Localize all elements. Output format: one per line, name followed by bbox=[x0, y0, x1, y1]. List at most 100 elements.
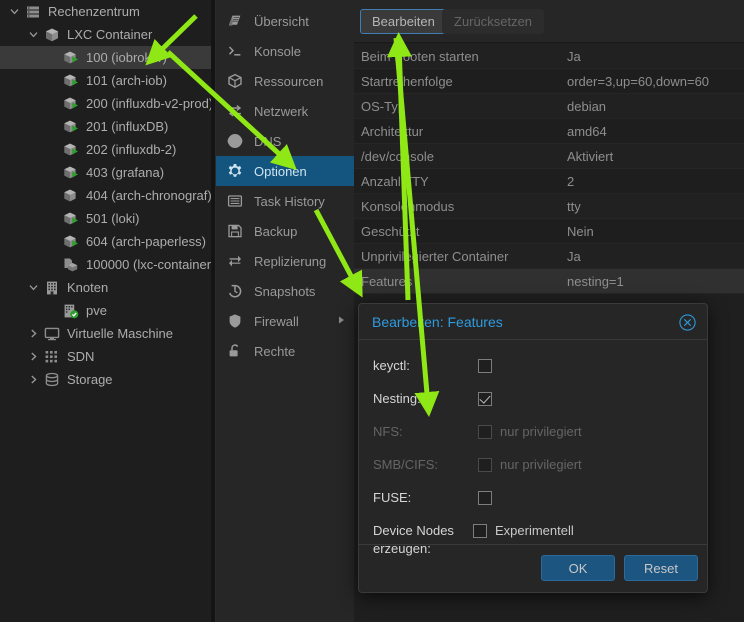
tree-item-label: 201 (influxDB) bbox=[82, 119, 168, 134]
checkbox[interactable] bbox=[478, 491, 492, 505]
tree-item[interactable]: Rechenzentrum bbox=[0, 0, 211, 23]
option-value: 2 bbox=[567, 174, 574, 189]
checkbox bbox=[478, 425, 492, 439]
checkbox[interactable] bbox=[478, 392, 492, 406]
field-label: NFS: bbox=[373, 423, 478, 441]
nav-item-replizierung[interactable]: Replizierung bbox=[216, 246, 354, 276]
nav-item-backup[interactable]: Backup bbox=[216, 216, 354, 246]
tree-item-label: LXC Container bbox=[63, 27, 152, 42]
close-icon[interactable] bbox=[679, 314, 696, 331]
container-running-icon bbox=[60, 138, 82, 161]
tree-item-label: 100 (iobroker) bbox=[82, 50, 167, 65]
options-toolbar: Bearbeiten Zurücksetzen bbox=[354, 0, 744, 43]
nav-item-firewall[interactable]: Firewall bbox=[216, 306, 354, 336]
tree-item[interactable]: 202 (influxdb-2) bbox=[0, 138, 211, 161]
checkbox-wrapper bbox=[478, 357, 492, 373]
tree-item-label: Rechenzentrum bbox=[44, 4, 140, 19]
field-label: keyctl: bbox=[373, 357, 478, 375]
edit-features-dialog[interactable]: Bearbeiten: Features keyctl:Nesting:NFS:… bbox=[358, 303, 708, 593]
ok-button[interactable]: OK bbox=[541, 555, 615, 581]
nav-item--bersicht[interactable]: Übersicht bbox=[216, 6, 354, 36]
option-key: Konsolenmodus bbox=[354, 199, 567, 214]
nav-item-rechte[interactable]: Rechte bbox=[216, 336, 354, 366]
gear-icon bbox=[227, 163, 249, 179]
table-row[interactable]: Beim Booten startenJa bbox=[354, 44, 744, 69]
container-nav-menu[interactable]: Übersicht Konsole Ressourcen NetzwerkDNS Opt… bbox=[216, 0, 354, 622]
overview-icon bbox=[227, 13, 249, 29]
nav-item-label: Task History bbox=[249, 194, 325, 209]
nav-item-konsole[interactable]: Konsole bbox=[216, 36, 354, 66]
table-row[interactable]: OS-Typdebian bbox=[354, 94, 744, 119]
option-key: /dev/console bbox=[354, 149, 567, 164]
chevron-right-icon[interactable] bbox=[25, 322, 41, 345]
nav-item-label: Übersicht bbox=[249, 14, 309, 29]
tree-item[interactable]: 604 (arch-paperless) bbox=[0, 230, 211, 253]
dialog-field-row: NFS:nur privilegiert bbox=[359, 423, 707, 441]
tree-item[interactable]: 100000 (lxc-container-te bbox=[0, 253, 211, 276]
table-row[interactable]: Startreihenfolgeorder=3,up=60,down=60 bbox=[354, 69, 744, 94]
checkbox[interactable] bbox=[478, 359, 492, 373]
table-row[interactable]: Featuresnesting=1 bbox=[354, 269, 744, 294]
tree-item-label: Storage bbox=[63, 372, 113, 387]
nav-item-netzwerk[interactable]: Netzwerk bbox=[216, 96, 354, 126]
option-value: amd64 bbox=[567, 124, 607, 139]
nav-item-ressourcen[interactable]: Ressourcen bbox=[216, 66, 354, 96]
tree-item[interactable]: LXC Container bbox=[0, 23, 211, 46]
table-row[interactable]: GeschütztNein bbox=[354, 219, 744, 244]
dns-icon bbox=[227, 133, 249, 149]
container-running-icon bbox=[60, 230, 82, 253]
chevron-down-icon[interactable] bbox=[25, 23, 41, 46]
tree-item-label: SDN bbox=[63, 349, 94, 364]
option-key: Beim Booten starten bbox=[354, 49, 567, 64]
tree-item[interactable]: 101 (arch-iob) bbox=[0, 69, 211, 92]
nav-item-task-history[interactable]: Task History bbox=[216, 186, 354, 216]
tree-spacer bbox=[44, 253, 60, 276]
tree-item[interactable]: 404 (arch-chronograf) bbox=[0, 184, 211, 207]
chevron-down-icon[interactable] bbox=[25, 276, 41, 299]
tree-item[interactable]: 100 (iobroker) bbox=[0, 46, 211, 69]
container-running-icon bbox=[60, 69, 82, 92]
checkbox[interactable] bbox=[473, 524, 487, 538]
tree-item-label: Knoten bbox=[63, 280, 108, 295]
option-value: tty bbox=[567, 199, 581, 214]
dialog-header: Bearbeiten: Features bbox=[359, 304, 707, 340]
tree-item[interactable]: 501 (loki) bbox=[0, 207, 211, 230]
checkbox-wrapper: nur privilegiert bbox=[478, 423, 582, 441]
reset-button[interactable]: Zurücksetzen bbox=[442, 9, 544, 34]
nav-item-label: Replizierung bbox=[249, 254, 326, 269]
chevron-right-icon[interactable] bbox=[25, 368, 41, 391]
tree-item[interactable]: Storage bbox=[0, 368, 211, 391]
nav-item-label: Optionen bbox=[249, 164, 307, 179]
dialog-reset-button[interactable]: Reset bbox=[624, 555, 698, 581]
lock-icon bbox=[227, 343, 249, 359]
table-row[interactable]: Unprivilegierter ContainerJa bbox=[354, 244, 744, 269]
table-row[interactable]: Architekturamd64 bbox=[354, 119, 744, 144]
table-row[interactable]: /dev/consoleAktiviert bbox=[354, 144, 744, 169]
options-table[interactable]: Beim Booten startenJaStartreihenfolgeord… bbox=[354, 44, 744, 294]
nav-item-optionen[interactable]: Optionen bbox=[216, 156, 354, 186]
shield-icon bbox=[227, 313, 249, 329]
table-row[interactable]: Konsolenmodustty bbox=[354, 194, 744, 219]
chevron-down-icon[interactable] bbox=[6, 0, 22, 23]
tree-item[interactable]: Knoten bbox=[0, 276, 211, 299]
tree-item[interactable]: SDN bbox=[0, 345, 211, 368]
container-stopped-icon bbox=[60, 184, 82, 207]
tree-item[interactable]: 201 (influxDB) bbox=[0, 115, 211, 138]
tree-item[interactable]: Virtuelle Maschine bbox=[0, 322, 211, 345]
nav-item-dns[interactable]: DNS bbox=[216, 126, 354, 156]
nav-item-label: Ressourcen bbox=[249, 74, 323, 89]
nav-item-snapshots[interactable]: Snapshots bbox=[216, 276, 354, 306]
checkbox-suffix-label: Experimentell bbox=[495, 522, 574, 540]
table-row[interactable]: Anzahl TTY2 bbox=[354, 169, 744, 194]
checkbox-wrapper: Experimentell bbox=[473, 522, 574, 540]
option-value: Ja bbox=[567, 49, 581, 64]
tree-item[interactable]: pve bbox=[0, 299, 211, 322]
container-running-icon bbox=[60, 92, 82, 115]
tree-item[interactable]: 200 (influxdb-v2-prod) bbox=[0, 92, 211, 115]
chevron-right-icon[interactable] bbox=[25, 345, 41, 368]
tree-item[interactable]: 403 (grafana) bbox=[0, 161, 211, 184]
edit-button[interactable]: Bearbeiten bbox=[360, 9, 447, 34]
tree-spacer bbox=[44, 299, 60, 322]
container-running-icon bbox=[60, 115, 82, 138]
resource-tree[interactable]: Rechenzentrum LXC Container 100 (iobroker)… bbox=[0, 0, 211, 622]
